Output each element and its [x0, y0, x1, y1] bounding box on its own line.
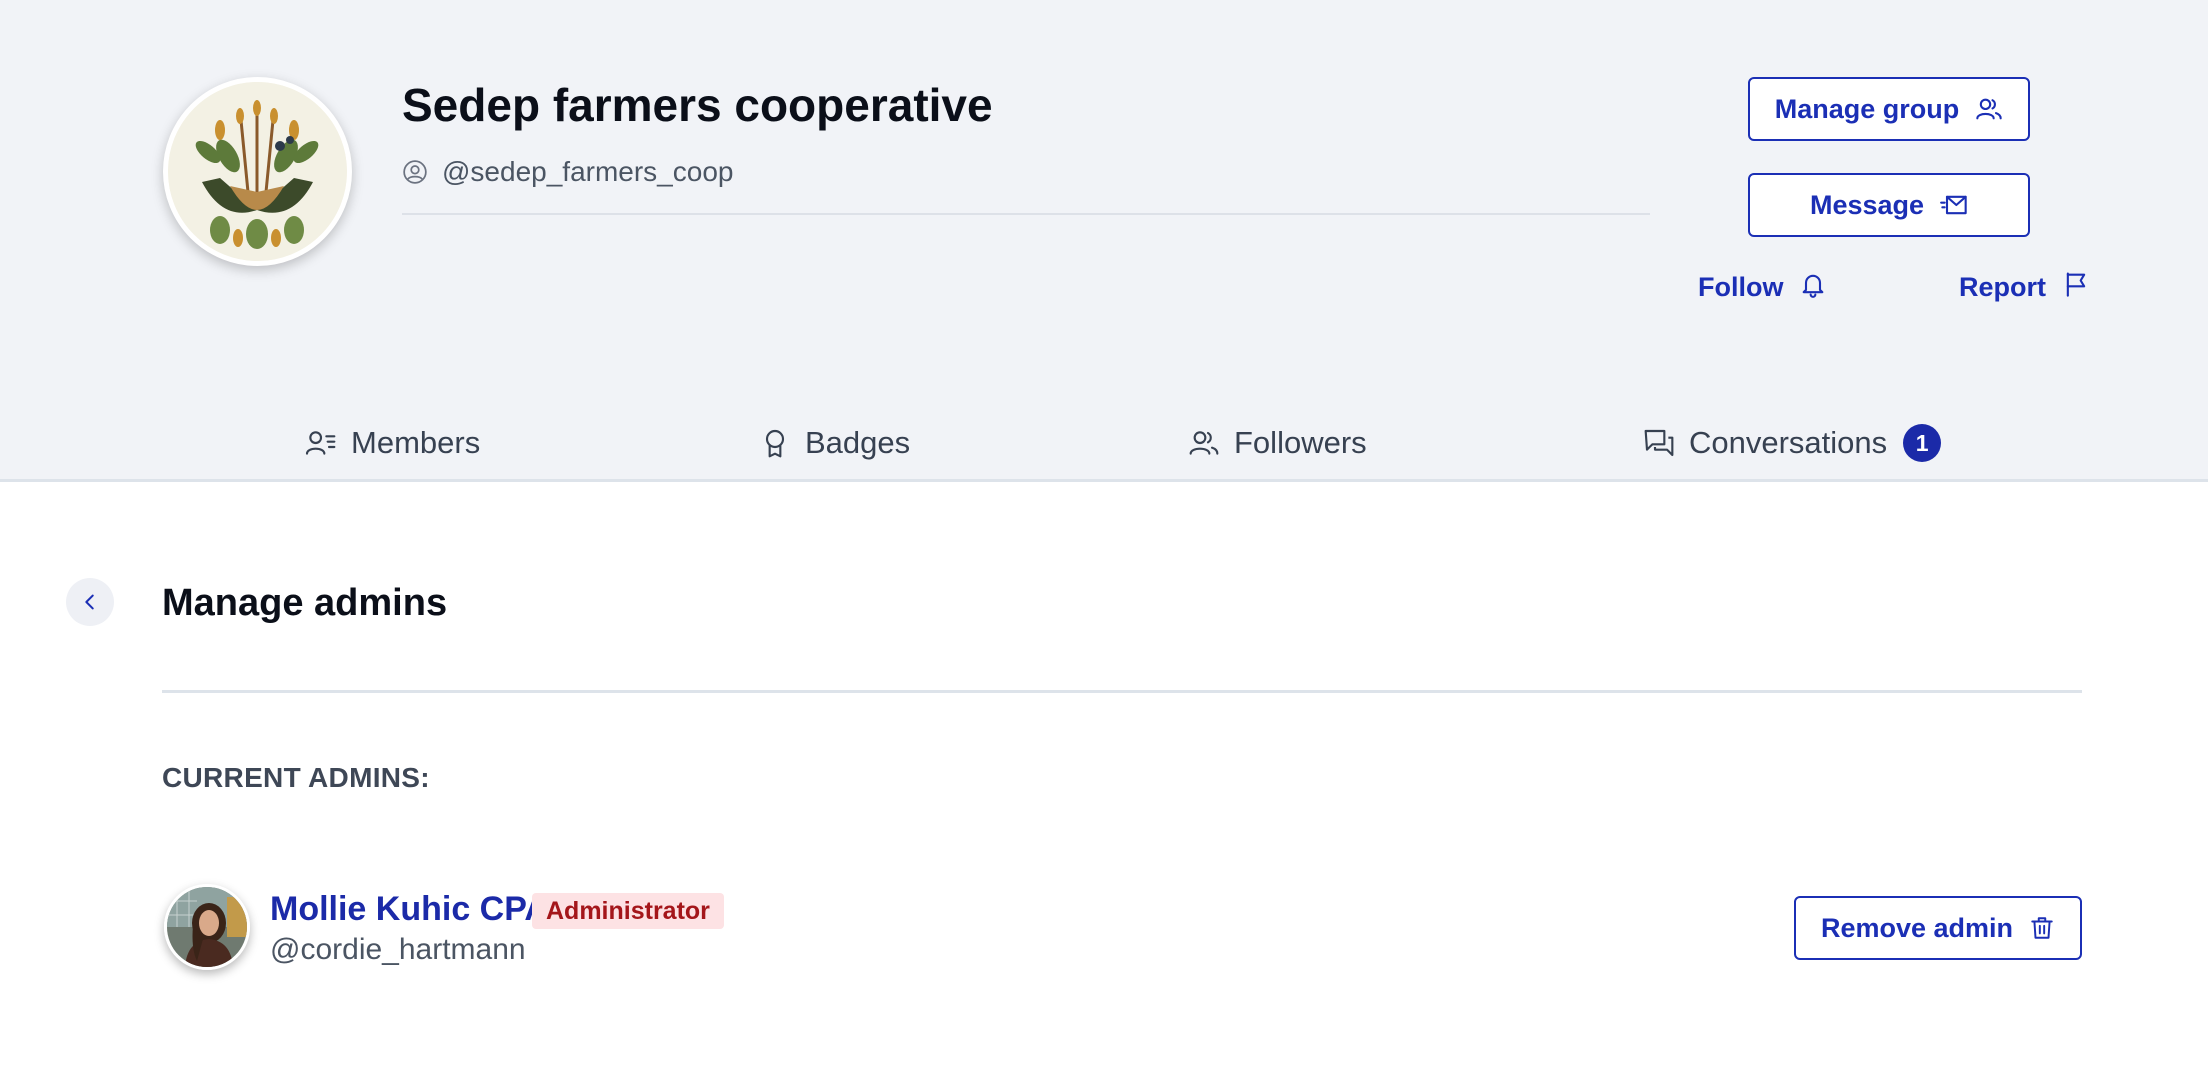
back-button[interactable] [66, 578, 114, 626]
tab-followers-label: Followers [1234, 425, 1367, 460]
wheat-leaves-hands-logo [168, 82, 347, 261]
conversations-count-badge: 1 [1903, 424, 1942, 462]
group-avatar [163, 77, 352, 266]
admin-list-item: Mollie Kuhic CPA Administrator @cordie_h… [162, 882, 2082, 972]
chevron-left-icon [79, 591, 101, 613]
envelope-send-icon [1940, 191, 1968, 219]
tab-conversations[interactable]: Conversations 1 [1643, 420, 1942, 466]
role-badge: Administrator [532, 893, 724, 929]
group-handle: @sedep_farmers_coop [402, 153, 733, 191]
manage-group-label: Manage group [1774, 93, 1960, 124]
report-label: Report [1959, 271, 2046, 302]
tab-conversations-label: Conversations [1689, 425, 1888, 460]
header-divider [402, 213, 1650, 215]
users-icon [1975, 95, 2003, 123]
bell-icon [1799, 270, 1827, 305]
tab-members-label: Members [351, 425, 481, 460]
group-header: Sedep farmers cooperative @sedep_farmers… [0, 0, 2208, 482]
members-list-icon [305, 427, 337, 459]
avatar [164, 884, 250, 970]
flag-icon [2062, 270, 2090, 305]
group-title: Sedep farmers cooperative [402, 79, 993, 131]
conversations-icon [1643, 427, 1675, 459]
user-circle-icon [402, 159, 428, 185]
page-title: Manage admins [162, 582, 448, 624]
follow-button[interactable]: Follow [1698, 268, 1827, 306]
tab-followers[interactable]: Followers [1188, 420, 1367, 466]
follow-label: Follow [1698, 271, 1784, 302]
message-label: Message [1809, 189, 1925, 220]
remove-admin-button[interactable]: Remove admin [1794, 896, 2082, 960]
tab-badges-label: Badges [805, 425, 911, 460]
tab-members[interactable]: Members [305, 420, 480, 466]
report-button[interactable]: Report [1959, 268, 2090, 306]
message-button[interactable]: Message [1748, 173, 2030, 237]
section-divider [162, 690, 2082, 693]
badge-icon [759, 427, 791, 459]
current-admins-label: CURRENT ADMINS: [162, 762, 430, 793]
group-handle-text: @sedep_farmers_coop [442, 156, 734, 187]
admin-handle: @cordie_hartmann [270, 933, 526, 966]
tab-badges[interactable]: Badges [759, 420, 910, 466]
followers-icon [1188, 427, 1220, 459]
trash-icon [2029, 915, 2055, 941]
remove-admin-label: Remove admin [1820, 912, 2014, 943]
manage-group-button[interactable]: Manage group [1748, 77, 2030, 141]
admin-name-link[interactable]: Mollie Kuhic CPA [270, 889, 549, 929]
